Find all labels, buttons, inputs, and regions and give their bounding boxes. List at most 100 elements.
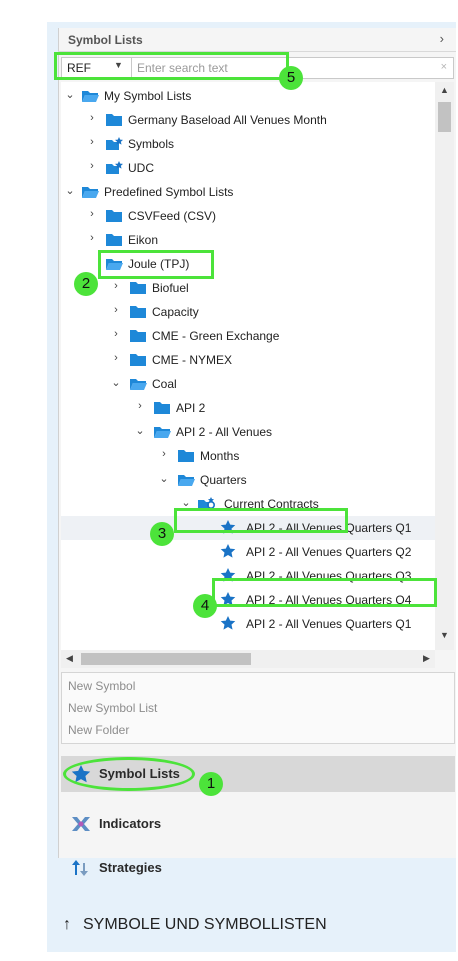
chevron-right-icon[interactable]: › bbox=[440, 31, 444, 46]
collapsed-chevron-icon[interactable]: › bbox=[110, 304, 122, 316]
tree-node-label: Months bbox=[200, 449, 240, 463]
starred-folder-icon bbox=[106, 161, 123, 174]
callout-joule-highlight bbox=[98, 250, 214, 279]
expanded-chevron-icon[interactable]: ⌄ bbox=[64, 88, 76, 101]
star-icon bbox=[220, 544, 236, 558]
tree-node-predefined-symbol-lists[interactable]: ⌄ Predefined Symbol Lists bbox=[61, 180, 435, 204]
tree-node-label: UDC bbox=[128, 161, 154, 175]
tree-node-biofuel[interactable]: › Biofuel bbox=[61, 276, 435, 300]
tree-node-label: Symbols bbox=[128, 137, 175, 151]
folder-icon bbox=[178, 450, 194, 462]
collapsed-chevron-icon[interactable]: › bbox=[86, 232, 98, 244]
clear-search-icon[interactable]: × bbox=[441, 61, 447, 73]
horizontal-scrollbar[interactable]: ◀ ▶ bbox=[61, 650, 435, 668]
tree-node-cme-nymex[interactable]: › CME - NYMEX bbox=[61, 348, 435, 372]
tree-node-label: API 2 - All Venues Quarters Q2 bbox=[246, 545, 412, 559]
tree-node-my-symbol-lists[interactable]: ⌄ My Symbol Lists bbox=[61, 84, 435, 108]
folder-icon bbox=[130, 330, 146, 342]
callout-badge-3: 3 bbox=[150, 522, 174, 546]
expanded-chevron-icon[interactable]: ⌄ bbox=[134, 424, 146, 437]
callout-badge-2: 2 bbox=[74, 272, 98, 296]
callout-q3-highlight bbox=[212, 578, 437, 607]
tree-node-quarters[interactable]: ⌄ Quarters bbox=[61, 468, 435, 492]
callout-symbol-lists-highlight bbox=[63, 757, 195, 791]
tree-node-label: Biofuel bbox=[152, 281, 189, 295]
tree-node-api2[interactable]: › API 2 bbox=[61, 396, 435, 420]
scroll-up-icon[interactable]: ▲ bbox=[440, 85, 449, 95]
nav-indicators[interactable]: Indicators bbox=[61, 806, 455, 842]
arrow-up-icon: ↑ bbox=[63, 916, 71, 933]
expanded-chevron-icon[interactable]: ⌄ bbox=[158, 472, 170, 485]
collapsed-chevron-icon[interactable]: › bbox=[86, 208, 98, 220]
scroll-down-icon[interactable]: ▼ bbox=[440, 630, 449, 640]
nav-strategies[interactable]: Strategies bbox=[61, 850, 455, 886]
tree-node-label: CME - Green Exchange bbox=[152, 329, 280, 343]
folder-icon bbox=[154, 402, 170, 414]
actions-box: New Symbol New Symbol List New Folder bbox=[61, 672, 455, 744]
tree-node-label: Eikon bbox=[128, 233, 159, 247]
tree-node-symbols[interactable]: › Symbols bbox=[61, 132, 435, 156]
panel-title: Symbol Lists bbox=[68, 33, 143, 47]
tree-node-label: Germany Baseload All Venues Month bbox=[128, 113, 327, 127]
collapsed-chevron-icon[interactable]: › bbox=[86, 160, 98, 172]
tree-node-label: CME - NYMEX bbox=[152, 353, 233, 367]
collapsed-chevron-icon[interactable]: › bbox=[110, 280, 122, 292]
nav-label: Indicators bbox=[99, 816, 162, 831]
tree-node-label: Quarters bbox=[200, 473, 247, 487]
tree-node-label: CSVFeed (CSV) bbox=[128, 209, 217, 223]
folder-open-icon bbox=[82, 187, 99, 198]
collapsed-chevron-icon[interactable]: › bbox=[86, 136, 98, 148]
folder-icon bbox=[106, 114, 122, 126]
tree-node-label: Capacity bbox=[152, 305, 199, 319]
expanded-chevron-icon[interactable]: ⌄ bbox=[110, 376, 122, 389]
tree-node-eikon[interactable]: › Eikon bbox=[61, 228, 435, 252]
tree-node-label: API 2 bbox=[176, 401, 206, 415]
scroll-right-icon[interactable]: ▶ bbox=[423, 653, 430, 664]
folder-icon bbox=[106, 210, 122, 222]
indicators-icon bbox=[72, 817, 90, 831]
tree-node-capacity[interactable]: › Capacity bbox=[61, 300, 435, 324]
collapsed-chevron-icon[interactable]: › bbox=[134, 400, 146, 412]
folder-open-icon bbox=[178, 475, 195, 486]
folder-icon bbox=[130, 306, 146, 318]
folder-open-icon bbox=[82, 91, 99, 102]
tree-node-months[interactable]: › Months bbox=[61, 444, 435, 468]
strategies-icon bbox=[72, 860, 88, 876]
tree-node-csvfeed[interactable]: › CSVFeed (CSV) bbox=[61, 204, 435, 228]
callout-badge-1: 1 bbox=[199, 772, 223, 796]
starred-folder-icon bbox=[106, 137, 123, 150]
folder-icon bbox=[130, 282, 146, 294]
new-symbol-action[interactable]: New Symbol bbox=[68, 679, 135, 693]
tree-node-label: API 2 - All Venues Quarters Q1 bbox=[246, 617, 412, 631]
tree-node-cme-green-exchange[interactable]: › CME - Green Exchange bbox=[61, 324, 435, 348]
collapsed-chevron-icon[interactable]: › bbox=[86, 112, 98, 124]
tree-node-api2-all-venues[interactable]: ⌄ API 2 - All Venues bbox=[61, 420, 435, 444]
section-footer[interactable]: ↑ SYMBOLE UND SYMBOLLISTEN bbox=[63, 916, 327, 934]
folder-open-icon bbox=[130, 379, 147, 390]
collapsed-chevron-icon[interactable]: › bbox=[158, 448, 170, 460]
callout-current-contracts-highlight bbox=[174, 508, 348, 533]
tree-node-symbol-q2[interactable]: API 2 - All Venues Quarters Q2 bbox=[61, 540, 435, 564]
tree-node-coal[interactable]: ⌄ Coal bbox=[61, 372, 435, 396]
callout-search-highlight bbox=[54, 52, 289, 80]
tree-node-symbol-q1-next[interactable]: API 2 - All Venues Quarters Q1 bbox=[61, 612, 435, 636]
new-folder-action[interactable]: New Folder bbox=[68, 723, 129, 737]
expanded-chevron-icon[interactable]: ⌄ bbox=[64, 184, 76, 197]
tree-node-udc[interactable]: › UDC bbox=[61, 156, 435, 180]
collapsed-chevron-icon[interactable]: › bbox=[110, 352, 122, 364]
scroll-left-icon[interactable]: ◀ bbox=[66, 653, 73, 664]
vertical-scroll-thumb[interactable] bbox=[438, 102, 451, 132]
tree-node-label: Predefined Symbol Lists bbox=[104, 185, 234, 199]
star-icon bbox=[220, 616, 236, 630]
folder-icon bbox=[106, 234, 122, 246]
tree-node-germany-baseload[interactable]: › Germany Baseload All Venues Month bbox=[61, 108, 435, 132]
collapsed-chevron-icon[interactable]: › bbox=[110, 328, 122, 340]
horizontal-scroll-thumb[interactable] bbox=[81, 653, 251, 665]
panel-header[interactable]: Symbol Lists › bbox=[58, 28, 456, 52]
new-symbol-list-action[interactable]: New Symbol List bbox=[68, 701, 157, 715]
folder-open-icon bbox=[154, 427, 171, 438]
vertical-scrollbar[interactable]: ▲ ▼ bbox=[435, 82, 454, 650]
callout-badge-5: 5 bbox=[279, 66, 303, 90]
footer-title: SYMBOLE UND SYMBOLLISTEN bbox=[83, 916, 327, 933]
tree-node-label: My Symbol Lists bbox=[104, 89, 192, 103]
